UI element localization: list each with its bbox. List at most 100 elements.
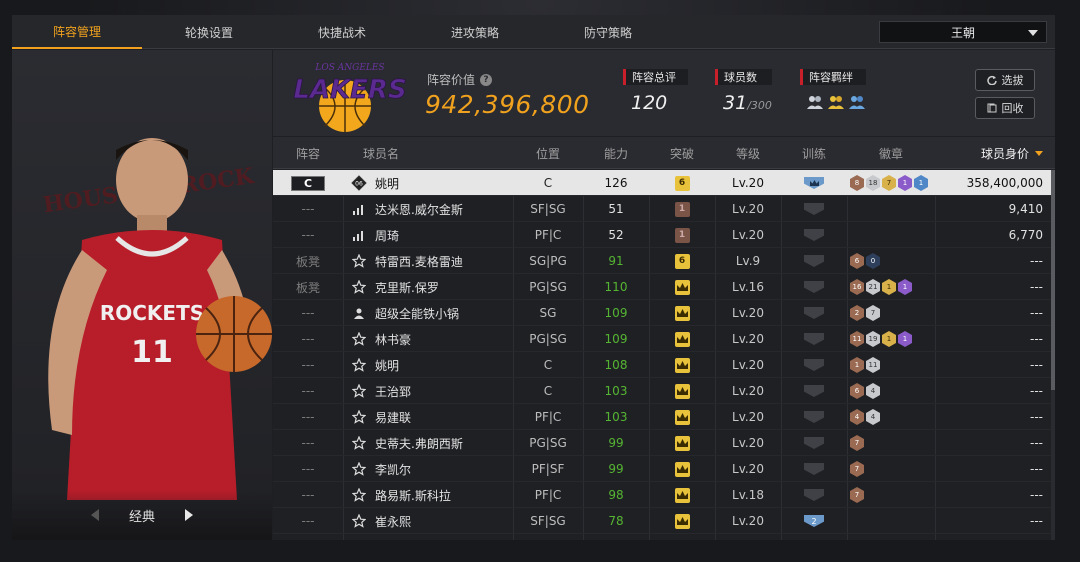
table-row[interactable]: --- 姚明 C 108 Lv.20 1 11 ---: [273, 352, 1055, 378]
player-name-cell[interactable]: 林书豪: [343, 326, 533, 352]
training-cell[interactable]: [781, 352, 847, 378]
breakthrough-cell: [649, 352, 715, 378]
header-lineup[interactable]: 阵容: [273, 137, 343, 169]
help-icon[interactable]: ?: [480, 73, 493, 86]
table-row[interactable]: --- 崔永熙 SF|SG 78 Lv.20 2 ---: [273, 508, 1055, 534]
badges-cell[interactable]: 11 19 1 1: [847, 326, 935, 352]
tab-quick-tactics[interactable]: 快捷战术: [277, 15, 407, 49]
lineup-slot[interactable]: ---: [273, 456, 343, 482]
previous-style-arrow-icon[interactable]: [90, 509, 99, 521]
tab-rotation-settings[interactable]: 轮换设置: [144, 15, 274, 49]
training-cell[interactable]: [781, 430, 847, 456]
training-cell[interactable]: [781, 404, 847, 430]
table-row[interactable]: --- 周琦 PF|C 52 1 Lv.20 6,770: [273, 222, 1055, 248]
player-name-cell[interactable]: 史蒂夫.弗朗西斯: [343, 430, 533, 456]
player-name-cell[interactable]: 路易斯.斯科拉: [343, 482, 533, 508]
lineup-slot[interactable]: ---: [273, 508, 343, 534]
star-icon: [351, 383, 367, 399]
lineup-slot[interactable]: ---: [273, 378, 343, 404]
training-cell[interactable]: [781, 482, 847, 508]
header-position[interactable]: 位置: [513, 137, 583, 169]
lineup-slot[interactable]: 板凳: [273, 274, 343, 300]
table-row[interactable]: --- 路易斯.斯科拉 PF|C 98 Lv.18 7 ---: [273, 482, 1055, 508]
badges-cell[interactable]: 64: [847, 378, 935, 404]
training-cell[interactable]: [781, 222, 847, 248]
training-cell[interactable]: [781, 170, 847, 196]
badges-cell[interactable]: 1 11: [847, 352, 935, 378]
header-level[interactable]: 等级: [715, 137, 781, 169]
tab-defense-strategy[interactable]: 防守策略: [543, 15, 673, 49]
badge-icon: 4: [866, 383, 880, 399]
bond-silver-icon[interactable]: [806, 94, 824, 110]
table-row[interactable]: --- 超级全能铁小锅 SG 109 Lv.20 2 7 ---: [273, 300, 1055, 326]
table-row[interactable]: C 06 姚明 C 126 6 Lv.20 8 18 7 1 1 358,400,000: [273, 170, 1055, 196]
recycle-button[interactable]: 回收: [975, 97, 1035, 119]
player-name-cell[interactable]: 崔永熙: [343, 508, 533, 534]
header-ability[interactable]: 能力: [583, 137, 649, 169]
badges-cell[interactable]: 7: [847, 456, 935, 482]
header-breakthrough[interactable]: 突破: [649, 137, 715, 169]
bond-blue-icon[interactable]: [848, 94, 866, 110]
lineup-slot[interactable]: ---: [273, 404, 343, 430]
badges-cell[interactable]: [847, 222, 935, 248]
badges-cell[interactable]: 16 21 1 1: [847, 274, 935, 300]
next-style-arrow-icon[interactable]: [185, 509, 193, 521]
breakthrough-level-icon: 6: [674, 253, 690, 269]
lineup-slot[interactable]: ---: [273, 326, 343, 352]
lineup-slot[interactable]: ---: [273, 222, 343, 248]
select-button[interactable]: 选拔: [975, 69, 1035, 91]
player-name-cell[interactable]: 易建联: [343, 404, 533, 430]
training-cell[interactable]: [781, 456, 847, 482]
player-name-cell[interactable]: 王治郅: [343, 378, 533, 404]
badges-cell[interactable]: 7: [847, 430, 935, 456]
player-name-cell[interactable]: 克里斯.保罗: [343, 274, 533, 300]
scrollbar-thumb[interactable]: [1051, 170, 1055, 390]
lineup-slot[interactable]: ---: [273, 352, 343, 378]
badges-cell[interactable]: 44: [847, 404, 935, 430]
player-name-cell[interactable]: 达米恩.威尔金斯: [343, 196, 533, 222]
training-cell[interactable]: [781, 378, 847, 404]
player-name-cell[interactable]: 周琦: [343, 222, 533, 248]
player-name-cell[interactable]: 李凯尔: [343, 456, 533, 482]
header-badges[interactable]: 徽章: [847, 137, 935, 169]
badges-cell[interactable]: 7: [847, 482, 935, 508]
lineup-slot[interactable]: ---: [273, 482, 343, 508]
badge-icon: 11: [866, 357, 880, 373]
player-name-cell[interactable]: 特雷西.麦格雷迪: [343, 248, 533, 274]
badges-cell[interactable]: [847, 196, 935, 222]
badges-cell[interactable]: [847, 508, 935, 534]
table-row[interactable]: --- 王治郅 C 103 Lv.20 6 4 ---: [273, 378, 1055, 404]
training-cell[interactable]: [781, 300, 847, 326]
training-cell[interactable]: [781, 196, 847, 222]
team-dropdown[interactable]: 王朝: [879, 21, 1047, 43]
player-position: PG|SG: [529, 280, 567, 294]
table-row[interactable]: --- 林书豪 PG|SG 109 Lv.20 11 19 1 1 ---: [273, 326, 1055, 352]
player-name-cell[interactable]: 姚明: [343, 352, 533, 378]
table-row[interactable]: --- 李凯尔 PF|SF 99 Lv.20 7 ---: [273, 456, 1055, 482]
tab-offense-strategy[interactable]: 进攻策略: [410, 15, 540, 49]
lineup-slot[interactable]: ---: [273, 430, 343, 456]
player-name-cell[interactable]: 06 姚明: [343, 170, 533, 196]
lineup-slot[interactable]: ---: [273, 300, 343, 326]
badges-cell[interactable]: 8 18 7 1 1: [847, 170, 935, 196]
player-name-cell[interactable]: 超级全能铁小锅: [343, 300, 533, 326]
badges-cell[interactable]: 27: [847, 300, 935, 326]
bond-gold-icon[interactable]: [827, 94, 845, 110]
training-cell[interactable]: [781, 326, 847, 352]
tab-lineup-management[interactable]: 阵容管理: [12, 15, 142, 49]
lineup-slot[interactable]: 板凳: [273, 248, 343, 274]
training-cell[interactable]: [781, 274, 847, 300]
training-cell[interactable]: [781, 248, 847, 274]
lineup-slot[interactable]: ---: [273, 196, 343, 222]
header-value[interactable]: 球员身价: [935, 137, 1055, 169]
table-row[interactable]: 板凳 特雷西.麦格雷迪 SG|PG 91 6 Lv.9 6 0 ---: [273, 248, 1055, 274]
header-name[interactable]: 球员名: [343, 137, 473, 169]
table-row[interactable]: --- 史蒂夫.弗朗西斯 PG|SG 99 Lv.20 7 ---: [273, 430, 1055, 456]
training-cell[interactable]: 2: [781, 508, 847, 534]
lineup-slot[interactable]: C: [273, 170, 343, 196]
badges-cell[interactable]: 60: [847, 248, 935, 274]
table-row[interactable]: 板凳 克里斯.保罗 PG|SG 110 Lv.16 16 21 1 1 ---: [273, 274, 1055, 300]
header-training[interactable]: 训练: [781, 137, 847, 169]
table-row[interactable]: --- 达米恩.威尔金斯 SF|SG 51 1 Lv.20 9,410: [273, 196, 1055, 222]
table-row[interactable]: --- 易建联 PF|C 103 Lv.20 4 4 ---: [273, 404, 1055, 430]
